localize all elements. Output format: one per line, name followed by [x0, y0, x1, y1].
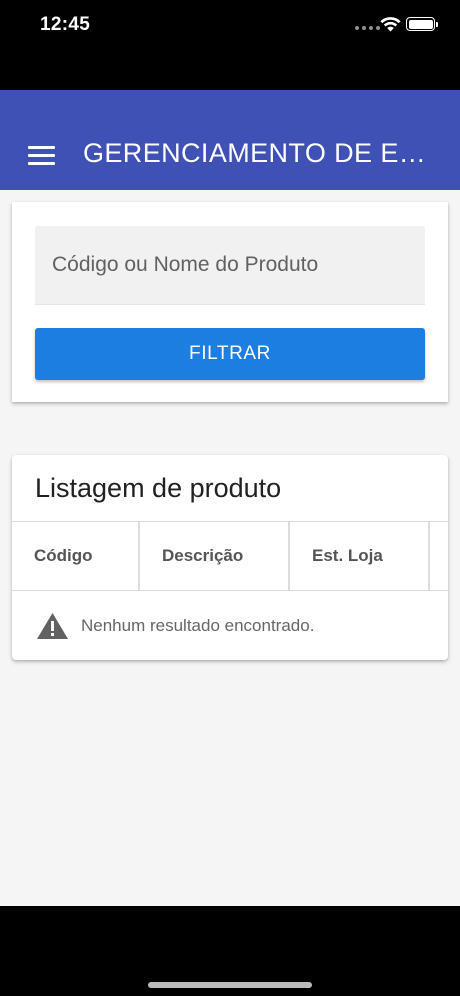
empty-message: Nenhum resultado encontrado. — [81, 615, 315, 635]
list-title: Listagem de produto — [35, 473, 282, 503]
status-bar: 12:45 — [0, 0, 460, 90]
table-header: Código Descrição Est. Loja — [12, 521, 448, 591]
search-field[interactable] — [35, 226, 425, 305]
empty-state-row: Nenhum resultado encontrado. — [12, 591, 448, 660]
battery-icon — [406, 17, 438, 31]
column-header-overflow[interactable] — [430, 522, 448, 590]
bottom-safe-area — [0, 906, 460, 996]
app-bar: GERENCIAMENTO DE ESTOQUE — [0, 90, 460, 190]
home-indicator[interactable] — [148, 982, 312, 988]
column-header-descricao[interactable]: Descrição — [140, 522, 290, 590]
cellular-signal-icon — [355, 26, 380, 30]
product-list-card: Listagem de produto Código Descrição Est… — [12, 455, 448, 660]
filter-button[interactable]: FILTRAR — [35, 328, 425, 380]
column-header-codigo[interactable]: Código — [12, 522, 140, 590]
column-header-est-loja[interactable]: Est. Loja — [290, 522, 430, 590]
main-content: FILTRAR Listagem de produto Código Descr… — [0, 190, 460, 906]
wifi-icon — [380, 17, 401, 32]
page-title: GERENCIAMENTO DE ESTOQUE — [83, 138, 443, 168]
status-time: 12:45 — [40, 14, 91, 35]
search-input[interactable] — [35, 226, 425, 304]
filter-card: FILTRAR — [12, 202, 448, 402]
menu-icon[interactable] — [28, 146, 56, 166]
warning-icon — [37, 612, 68, 639]
